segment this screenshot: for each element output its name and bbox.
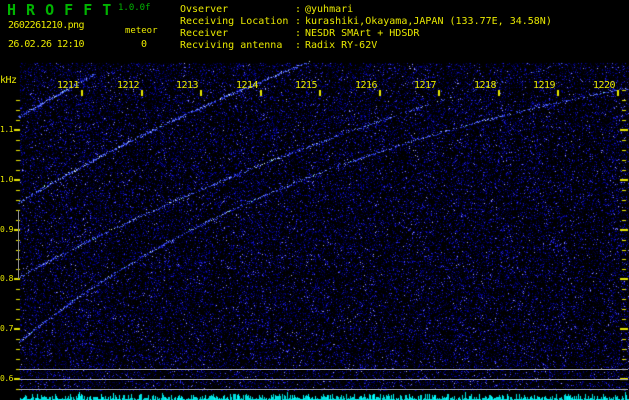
info-separator: : xyxy=(295,40,302,51)
freq-tick-label: 0.7 xyxy=(0,324,13,333)
time-tick-label: 1212 xyxy=(117,80,140,91)
time-tick-label: 1217 xyxy=(414,80,437,91)
info-separator: : xyxy=(295,28,302,39)
freq-tick-label: 0.6 xyxy=(0,374,13,383)
info-value: Radix RY-62V xyxy=(305,40,378,51)
time-tick-label: 1220 xyxy=(593,80,616,91)
observer-info-row: Ovserver: @yuhmari xyxy=(0,4,629,16)
time-tick-label: 1215 xyxy=(295,80,318,91)
freq-unit-label: kHz xyxy=(0,75,17,86)
freq-tick-label: 0.8 xyxy=(0,274,13,283)
freq-tick-label: 0.9 xyxy=(0,225,13,234)
freq-tick-label: 1.1 xyxy=(0,125,13,134)
doppler-marker-line xyxy=(18,210,19,279)
reference-line xyxy=(19,369,628,370)
time-tick-label: 1211 xyxy=(57,80,80,91)
info-value: NESDR SMArt + HDSDR xyxy=(305,28,420,39)
info-label: Recviving antenna xyxy=(180,40,283,51)
reference-line xyxy=(19,389,628,390)
info-label: Receiving Location xyxy=(180,16,289,27)
time-tick-label: 1216 xyxy=(355,80,378,91)
observer-info-row: Recviving antenna: Radix RY-62V xyxy=(0,40,629,52)
time-tick-label: 1213 xyxy=(176,80,199,91)
info-separator: : xyxy=(295,16,302,27)
spectrogram-canvas xyxy=(0,0,629,400)
time-tick-label: 1219 xyxy=(533,80,556,91)
info-label: Ovserver xyxy=(180,4,229,15)
time-tick-label: 1214 xyxy=(236,80,259,91)
info-separator: : xyxy=(295,4,302,15)
freq-tick-label: 1.0 xyxy=(0,175,13,184)
hrofft-screen: H R O F F T 1.0.0f 2602261210.png 26.02.… xyxy=(0,0,629,400)
observer-info-row: Receiving Location: kurashiki,Okayama,JAP… xyxy=(0,16,629,28)
time-tick-label: 1218 xyxy=(474,80,497,91)
info-label: Receiver xyxy=(180,28,229,39)
info-value: @yuhmari xyxy=(305,4,354,15)
observer-info-row: Receiver: NESDR SMArt + HDSDR xyxy=(0,28,629,40)
info-value: kurashiki,Okayama,JAPAN (133.77E, 34.58N… xyxy=(305,16,552,27)
reference-line xyxy=(19,379,628,380)
